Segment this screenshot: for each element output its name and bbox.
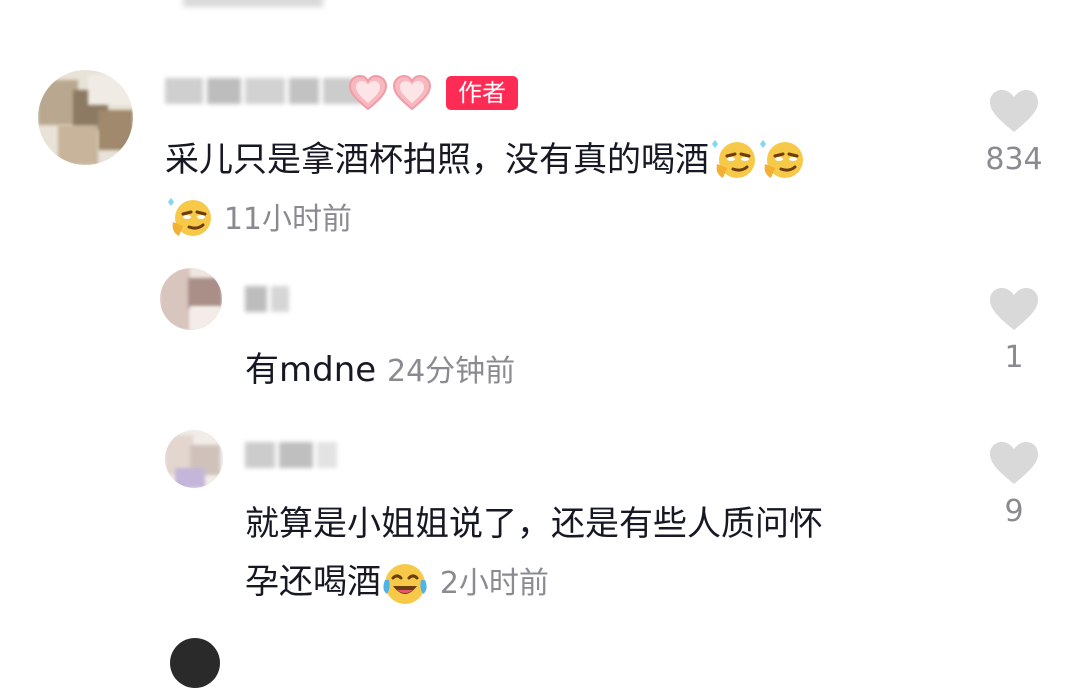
comment-timestamp: 11小时前 xyxy=(223,202,352,237)
like-count: 834 xyxy=(985,142,1043,177)
pink-heart-icon xyxy=(348,74,388,111)
comment-timestamp: 24分钟前 xyxy=(386,354,516,389)
username-blurred[interactable] xyxy=(165,78,369,108)
comment-body-line2: 孕还喝酒 xyxy=(245,562,381,602)
smirk-emoji-icon xyxy=(165,196,213,244)
comment-body: 采儿只是拿酒杯拍照，没有真的喝酒 xyxy=(165,140,709,180)
comment-text[interactable]: 有mdne 24分钟前 xyxy=(245,340,515,402)
comment-timestamp: 2小时前 xyxy=(439,566,549,601)
heart-icon xyxy=(990,442,1038,484)
smirk-emoji-icon xyxy=(757,138,805,186)
laughing-tears-emoji-icon xyxy=(381,560,429,608)
comment-body-line1: 就算是小姐姐说了，还是有些人质问怀 xyxy=(245,504,823,544)
comment-text[interactable]: 就算是小姐姐说了，还是有些人质问怀 xyxy=(245,494,823,554)
like-button[interactable]: 9 xyxy=(974,440,1054,529)
like-count: 9 xyxy=(1004,494,1024,529)
username-blurred[interactable] xyxy=(245,442,341,472)
heart-icon xyxy=(990,90,1038,132)
avatar[interactable] xyxy=(38,70,133,165)
comment-text[interactable]: 采儿只是拿酒杯拍照，没有真的喝酒 xyxy=(165,130,805,190)
avatar[interactable] xyxy=(160,268,222,330)
like-button[interactable]: 834 xyxy=(974,88,1054,177)
comment-body: 有mdne xyxy=(245,350,377,390)
like-button[interactable]: 1 xyxy=(974,286,1054,375)
like-count: 1 xyxy=(1004,340,1024,375)
author-badge: 作者 xyxy=(446,76,518,110)
username-blurred[interactable] xyxy=(245,286,293,316)
comment-text-line2[interactable]: 孕还喝酒 2小时前 xyxy=(245,552,549,614)
avatar[interactable] xyxy=(170,638,220,688)
comment-text-line2[interactable]: 11小时前 xyxy=(165,188,352,250)
previous-comment-fragment xyxy=(165,0,323,18)
heart-icon xyxy=(990,288,1038,330)
pink-heart-icon xyxy=(392,74,432,111)
avatar[interactable] xyxy=(165,430,223,488)
smirk-emoji-icon xyxy=(709,138,757,186)
